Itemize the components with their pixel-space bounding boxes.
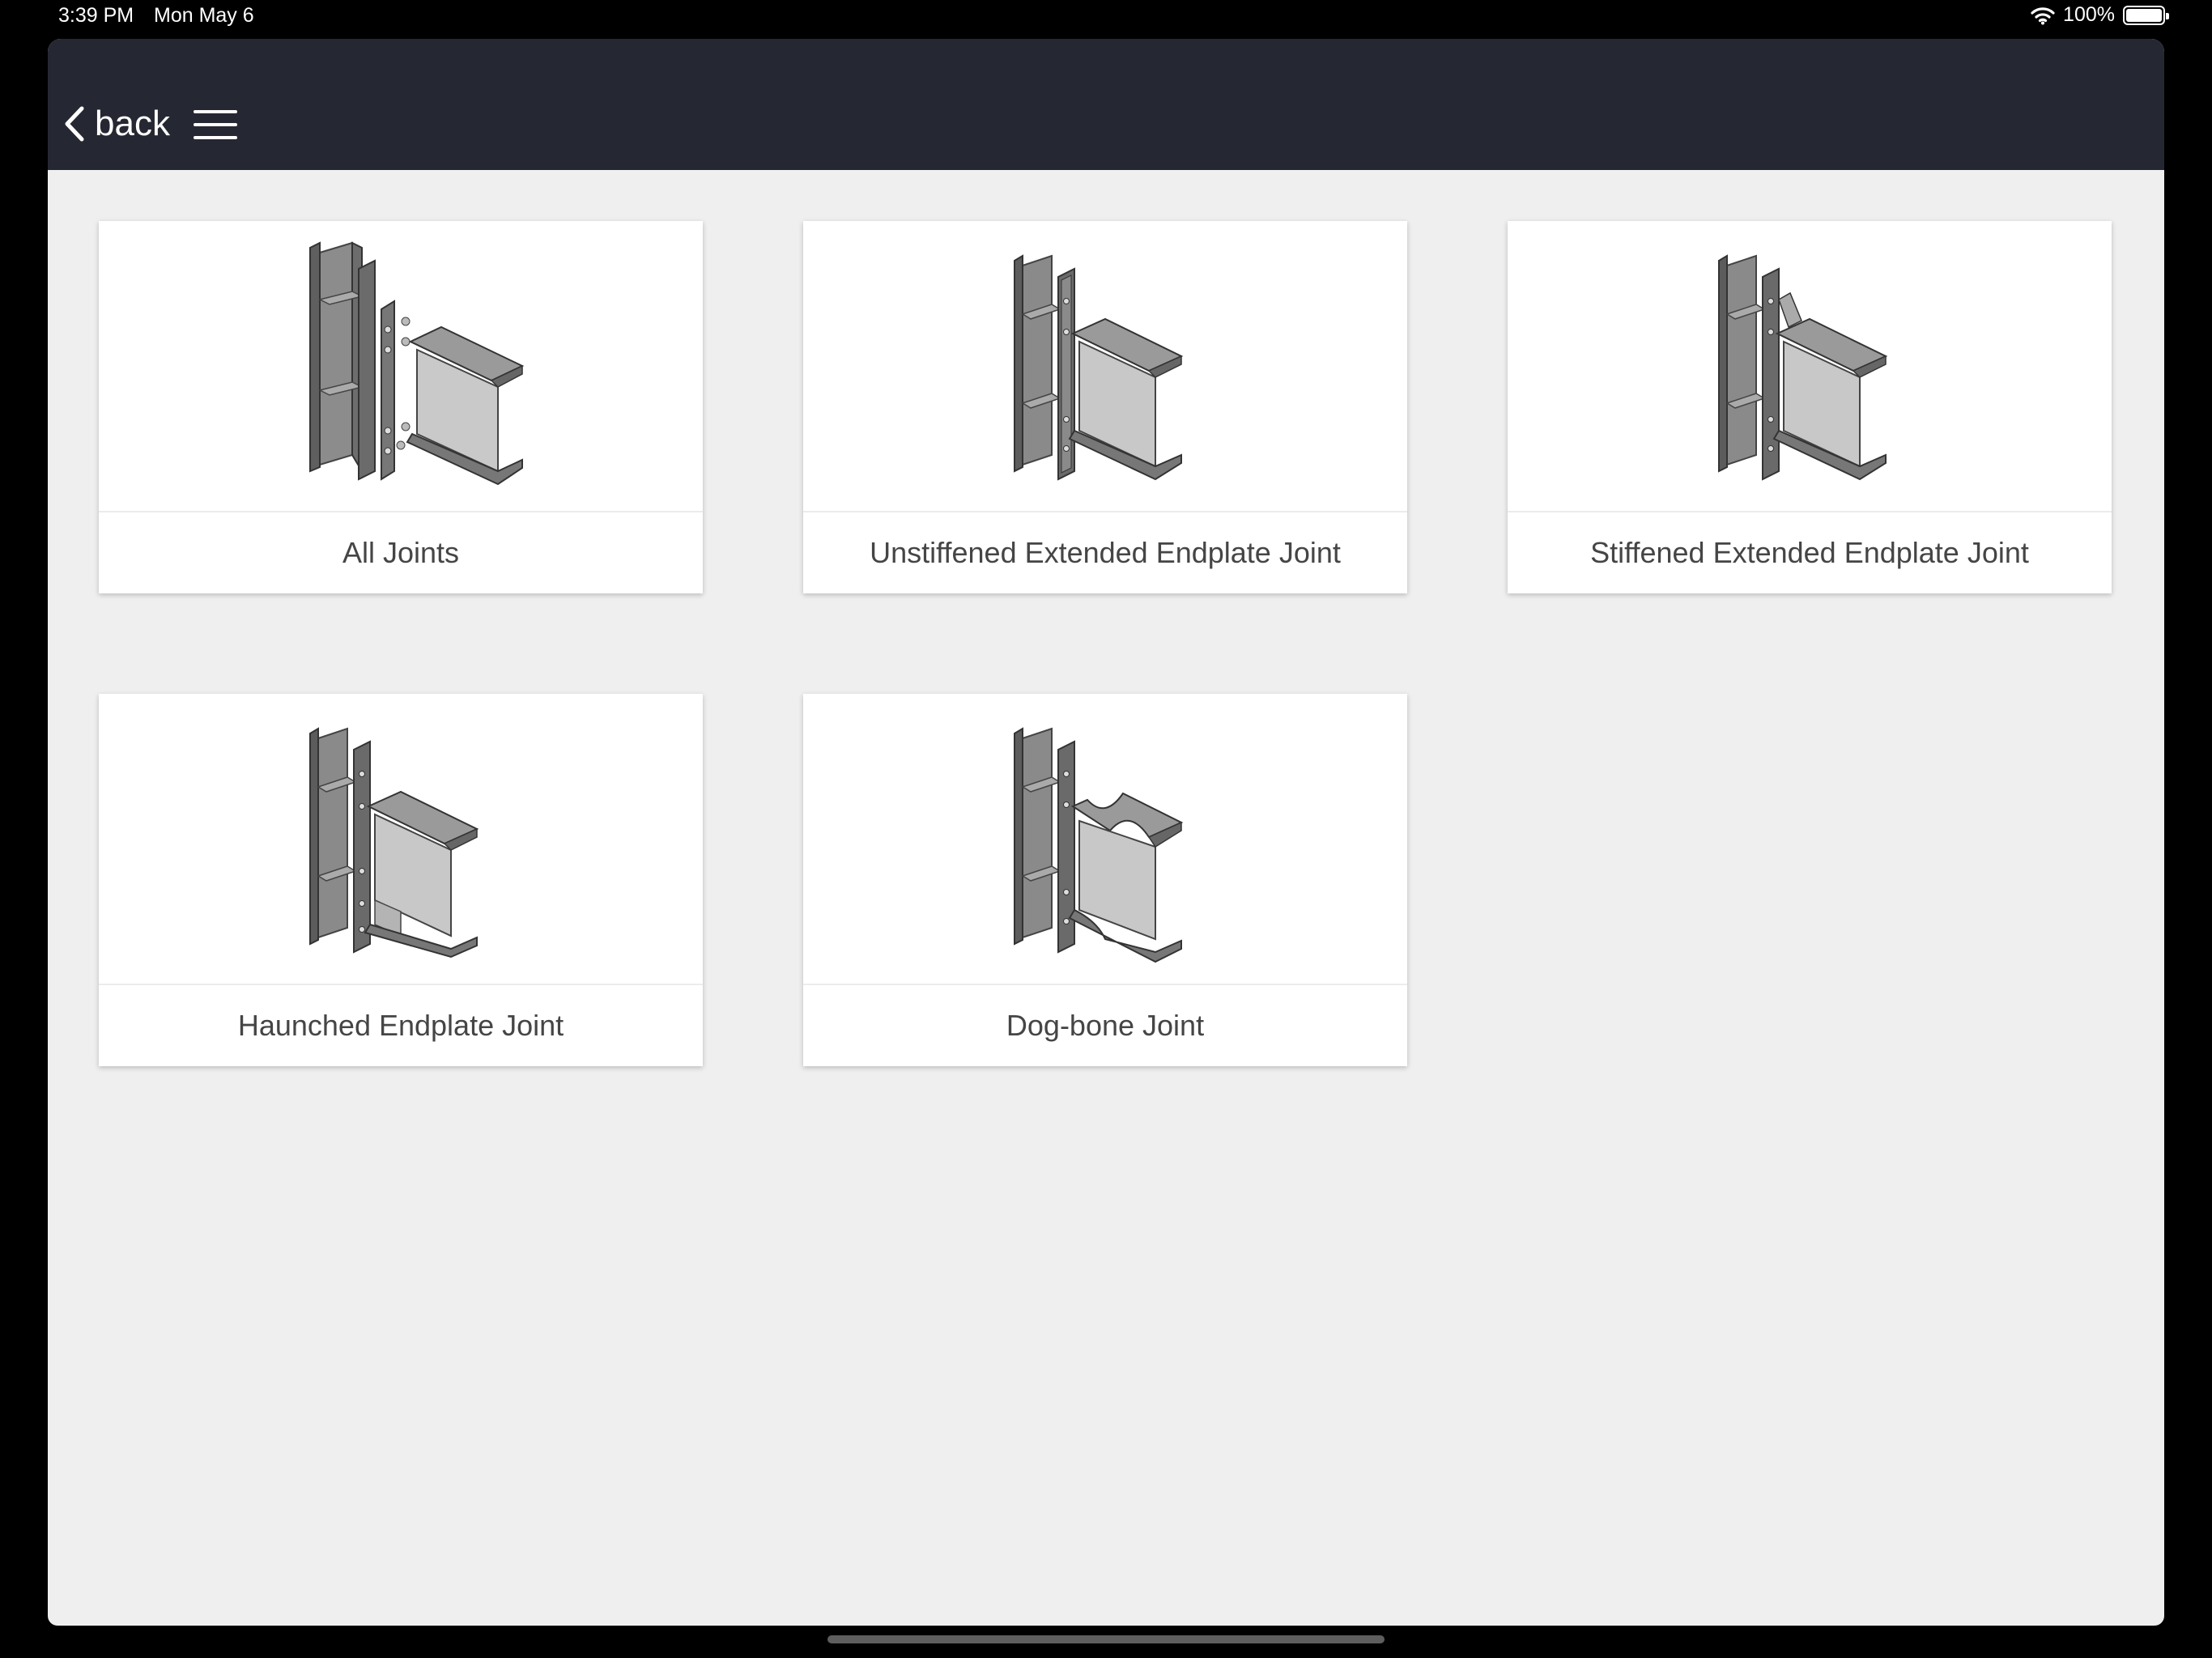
battery-cap — [2166, 12, 2169, 19]
app-window: back All Joints Unstiffened Extended End… — [48, 39, 2164, 1626]
card-label: Dog-bone Joint — [1006, 1009, 1205, 1042]
haunched-endplate-joint-icon — [309, 727, 479, 959]
nav-bar: back — [48, 39, 2164, 170]
hamburger-menu-icon[interactable] — [194, 108, 237, 141]
all-joints-icon — [309, 241, 525, 486]
card-image — [99, 221, 703, 511]
status-indicators: 100% — [2031, 3, 2169, 27]
chevron-left-icon — [65, 106, 84, 142]
card-label: Unstiffened Extended Endplate Joint — [870, 536, 1341, 569]
battery-fill — [2126, 8, 2162, 22]
card-label: Haunched Endplate Joint — [237, 1009, 564, 1042]
card-label: All Joints — [342, 536, 460, 569]
joint-card-unstiffened-extended-endplate[interactable]: Unstiffened Extended Endplate Joint — [803, 221, 1407, 593]
joint-card-haunched-endplate[interactable]: Haunched Endplate Joint — [99, 694, 703, 1066]
status-date: Mon May 6 — [154, 4, 254, 27]
battery-icon — [2123, 5, 2169, 25]
joint-card-dog-bone[interactable]: Dog-bone Joint — [803, 694, 1407, 1066]
dog-bone-joint-icon — [1014, 727, 1184, 963]
card-image — [803, 221, 1407, 511]
card-label: Stiffened Extended Endplate Joint — [1590, 536, 2029, 569]
joint-card-stiffened-extended-endplate[interactable]: Stiffened Extended Endplate Joint — [1508, 221, 2112, 593]
wifi-icon — [2031, 6, 2055, 24]
back-label: back — [95, 104, 170, 143]
card-image — [1508, 221, 2112, 511]
status-bar: 3:39 PM Mon May 6 100% — [0, 0, 2212, 34]
joint-card-all-joints[interactable]: All Joints — [99, 221, 703, 593]
stiffened-endplate-joint-icon — [1718, 254, 1888, 481]
home-indicator[interactable] — [827, 1635, 1385, 1643]
back-button[interactable]: back — [62, 96, 170, 152]
status-time: 3:39 PM — [58, 4, 134, 27]
card-image — [99, 694, 703, 984]
battery-percentage: 100% — [2063, 3, 2115, 26]
card-image — [803, 694, 1407, 984]
unstiffened-endplate-joint-icon — [1014, 254, 1184, 481]
